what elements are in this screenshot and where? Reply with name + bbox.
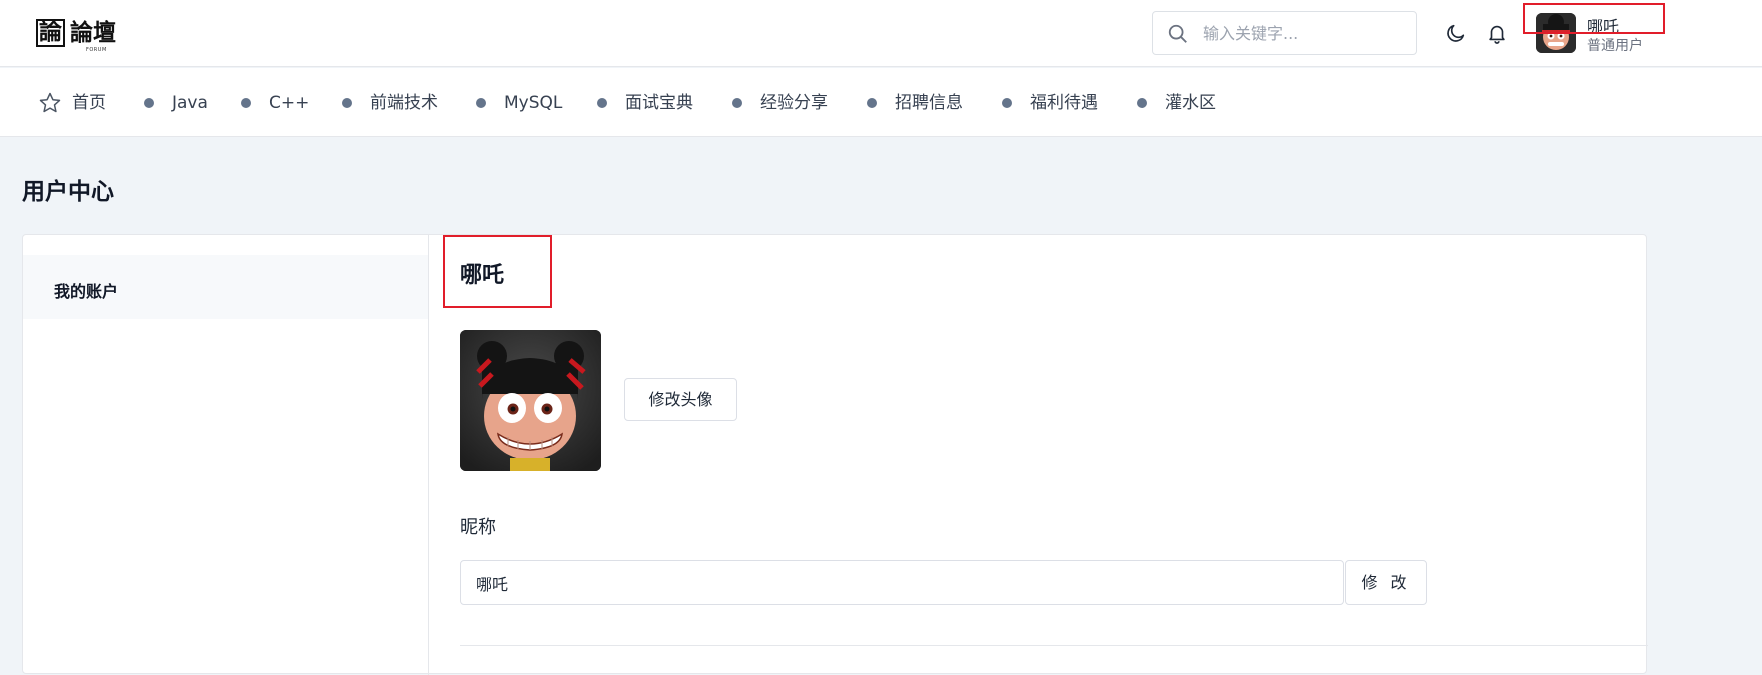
change-avatar-button[interactable]: 修改头像: [624, 378, 737, 421]
search-box[interactable]: [1152, 11, 1417, 55]
account-sidebar: 我的账户: [23, 235, 429, 675]
user-role: 普通用户: [1587, 38, 1643, 54]
page-title: 用户中心: [22, 179, 114, 205]
nickname-label: 昵称: [460, 517, 496, 538]
modify-nickname-button[interactable]: 修 改: [1345, 560, 1427, 605]
site-logo[interactable]: 論 論壇 FORUM: [36, 19, 118, 53]
logo-text: 論壇: [70, 19, 116, 46]
bullet-icon: [867, 98, 877, 108]
logo-mark: 論: [36, 19, 65, 47]
category-nav: 首页 Java C++ 前端技术 MySQL 面试宝典 经验分享 招聘信息 福利…: [0, 68, 1762, 137]
bullet-icon: [241, 98, 251, 108]
user-highlight-box: [1523, 3, 1665, 34]
dark-mode-icon[interactable]: [1445, 22, 1467, 44]
bullet-icon: [597, 98, 607, 108]
bullet-icon: [1002, 98, 1012, 108]
logo-subtitle: FORUM: [86, 47, 107, 53]
profile-avatar: [460, 330, 601, 471]
top-header: 論 論壇 FORUM 哪吒 普通用户: [0, 0, 1762, 67]
section-divider: [460, 645, 1648, 646]
search-icon: [1168, 24, 1187, 43]
star-icon: [39, 92, 61, 113]
sidebar-item-label[interactable]: 我的账户: [54, 278, 118, 302]
profile-name-highlight-box: [443, 235, 552, 308]
user-center-card: 我的账户 哪吒 修改头像 昵称 哪吒 修 改: [22, 234, 1648, 675]
bullet-icon: [342, 98, 352, 108]
bullet-icon: [476, 98, 486, 108]
bullet-icon: [1137, 98, 1147, 108]
bullet-icon: [732, 98, 742, 108]
bullet-icon: [144, 98, 154, 108]
search-input[interactable]: [1203, 20, 1403, 46]
nickname-input[interactable]: [460, 560, 1344, 605]
notification-bell-icon[interactable]: [1486, 22, 1508, 44]
